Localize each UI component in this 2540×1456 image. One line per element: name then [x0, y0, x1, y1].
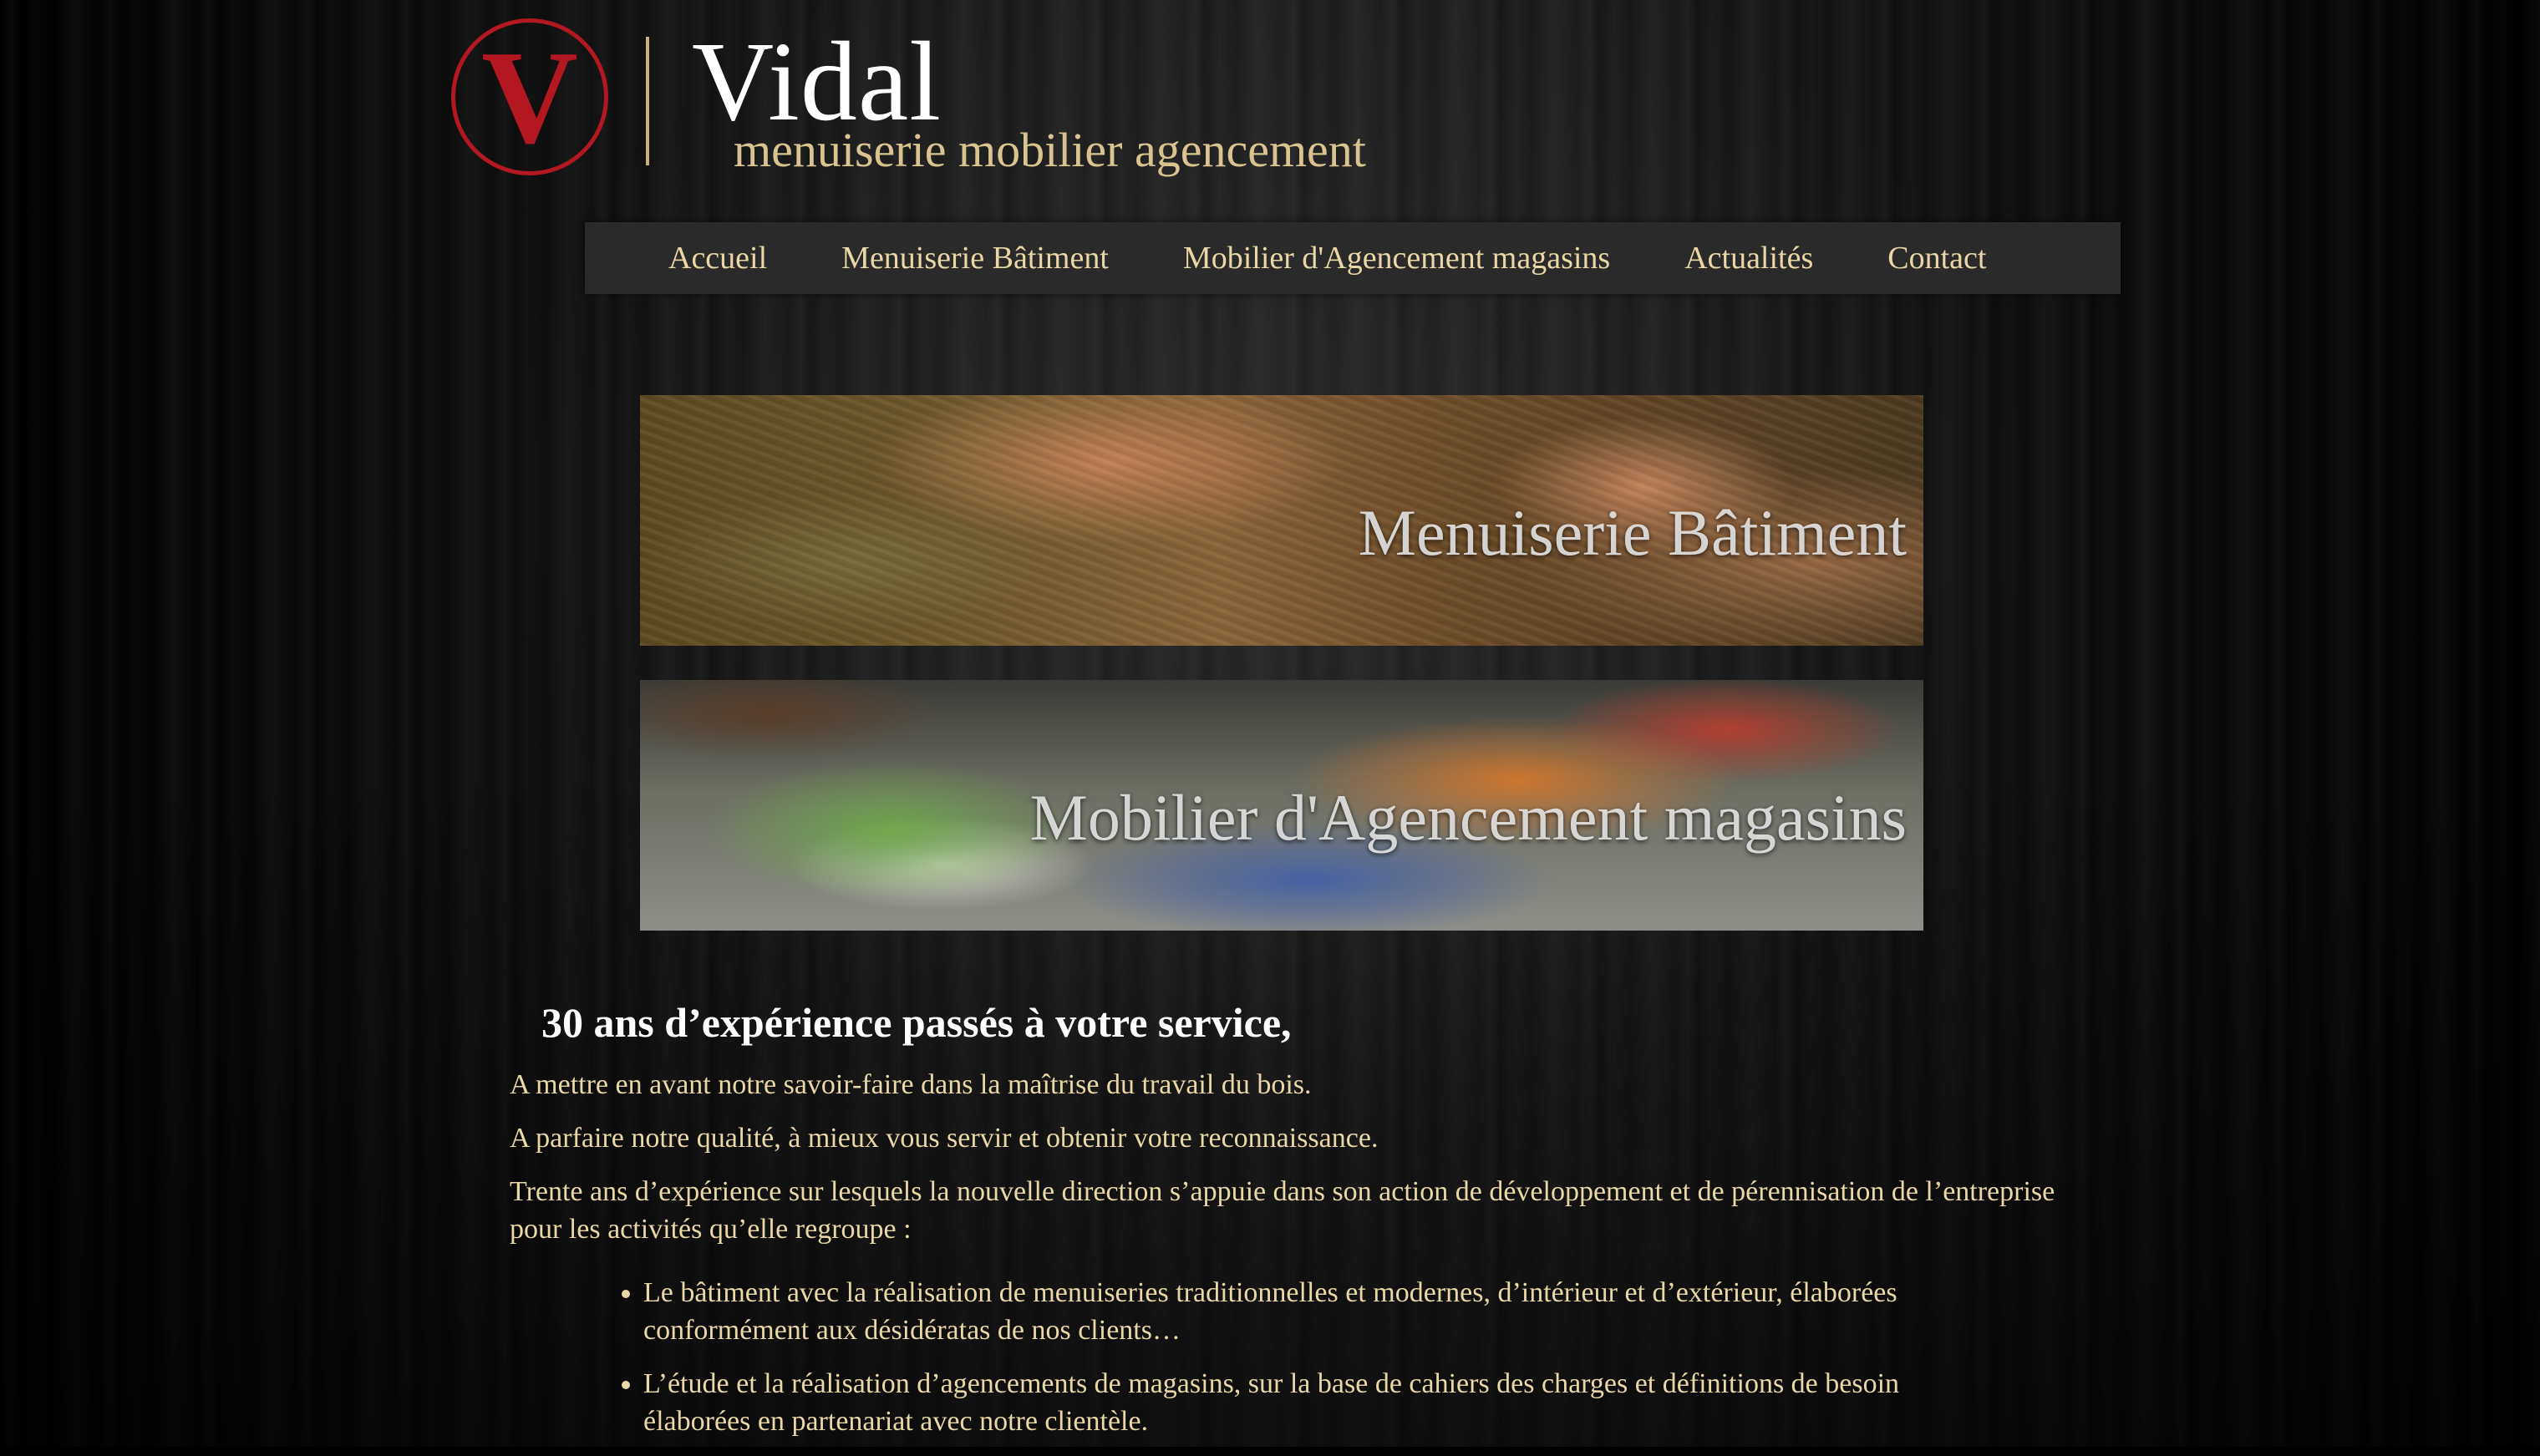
list-item: Le bâtiment avec la réalisation de menui…	[643, 1274, 1930, 1349]
nav-item-contact[interactable]: Contact	[1887, 240, 1986, 276]
list-item: L’étude et la réalisation d’agencements …	[643, 1365, 1930, 1440]
intro-paragraph: A parfaire notre qualité, à mieux vous s…	[510, 1123, 1379, 1154]
intro-paragraph: A mettre en avant notre savoir-faire dan…	[510, 1069, 1312, 1100]
logo-divider	[646, 37, 649, 165]
brand-tagline: menuiserie mobilier agencement	[734, 123, 1366, 177]
activities-list: Le bâtiment avec la réalisation de menui…	[510, 1274, 2064, 1440]
logo-circle[interactable]: V	[451, 18, 608, 175]
banner-mobilier-agencement[interactable]: Mobilier d'Agencement magasins	[640, 680, 1923, 931]
banner-menuiserie-batiment[interactable]: Menuiserie Bâtiment	[640, 395, 1923, 646]
intro-paragraph: Trente ans d’expérience sur lesquels la …	[510, 1176, 2055, 1245]
banner-label: Menuiserie Bâtiment	[1358, 496, 1907, 569]
main-nav: Accueil Menuiserie Bâtiment Mobilier d'A…	[585, 222, 2121, 294]
page-title: 30 ans d’expérience passés à votre servi…	[541, 999, 1292, 1046]
nav-list: Accueil Menuiserie Bâtiment Mobilier d'A…	[585, 222, 2121, 294]
banner-label: Mobilier d'Agencement magasins	[1029, 781, 1907, 854]
nav-item-actualites[interactable]: Actualités	[1684, 240, 1813, 276]
nav-item-menuiserie-batiment[interactable]: Menuiserie Bâtiment	[841, 240, 1109, 276]
nav-item-mobilier-agencement[interactable]: Mobilier d'Agencement magasins	[1183, 240, 1610, 276]
main-content: 30 ans d’expérience passés à votre servi…	[510, 986, 2064, 1456]
logo-letter: V	[481, 23, 578, 171]
nav-item-accueil[interactable]: Accueil	[668, 240, 767, 276]
